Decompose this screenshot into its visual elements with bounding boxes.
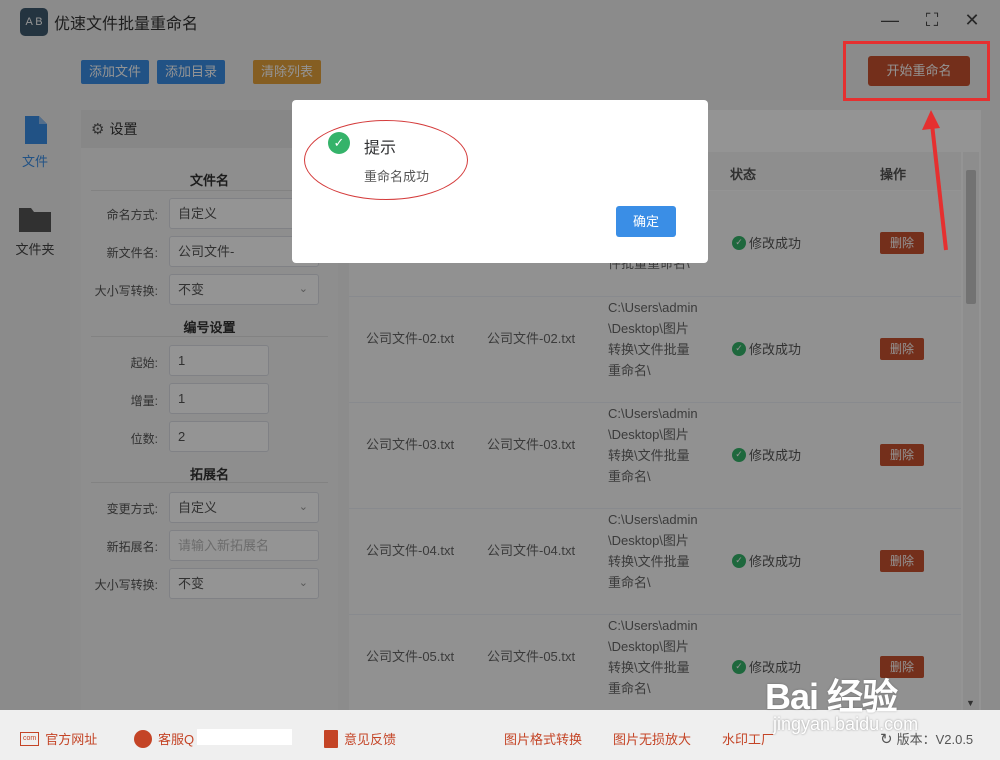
support-link[interactable]: 客服Q: [134, 729, 194, 748]
dialog-title: 提示: [364, 140, 397, 157]
confirm-button[interactable]: 确定: [616, 206, 676, 237]
redacted-block: [197, 729, 292, 745]
image-convert-link[interactable]: 图片格式转换: [504, 729, 582, 748]
annotation-arrow-icon: [922, 110, 948, 251]
headset-icon: [134, 729, 152, 748]
annotation-highlight: [843, 41, 990, 101]
dialog-message: 重命名成功: [364, 169, 430, 184]
pdf-icon: [324, 729, 338, 748]
watermark-url: jingyan.baidu.com: [773, 714, 919, 734]
watermark-brand: Bai 经验: [765, 676, 898, 717]
annotation-ellipse: [304, 120, 468, 200]
success-dialog: ✓ 提示 重命名成功 确定: [292, 100, 708, 263]
feedback-link[interactable]: 意见反馈: [324, 729, 396, 748]
website-icon: com: [20, 731, 40, 746]
success-check-icon: ✓: [328, 132, 350, 154]
official-website-link[interactable]: com 官方网址: [20, 729, 97, 748]
support-label: 客服Q: [158, 732, 195, 747]
feedback-label: 意见反馈: [344, 732, 397, 747]
official-website-label: 官方网址: [45, 732, 98, 747]
image-enlarge-link[interactable]: 图片无损放大: [613, 729, 691, 748]
watermark-logo: Bai 经验 jingyan.baidu.com: [765, 654, 960, 740]
